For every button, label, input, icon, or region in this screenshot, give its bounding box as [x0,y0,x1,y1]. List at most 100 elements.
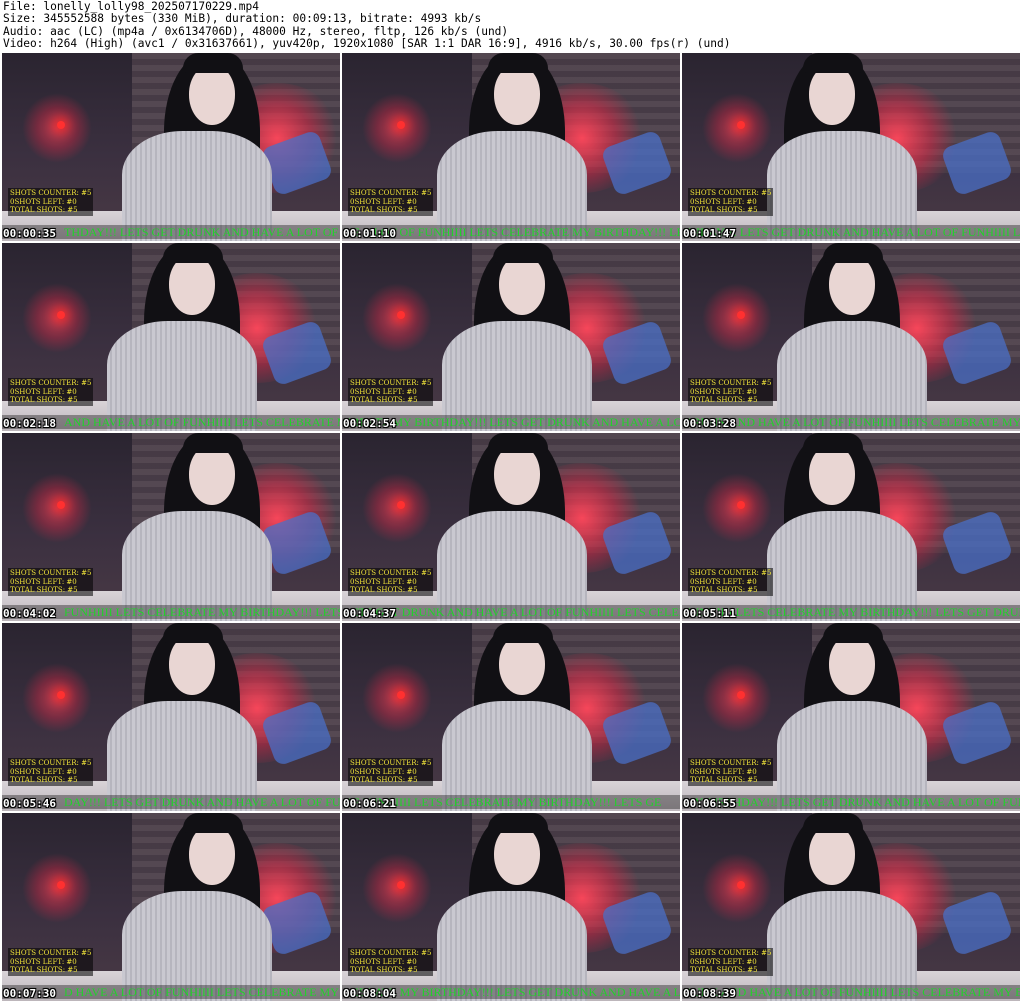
shots-counter-overlay: SHOTS COUNTER: #5 0SHOTS LEFT: #0 TOTAL … [688,188,774,216]
timestamp-label: 00:08:04 [343,987,396,1000]
ticker-text: THDAY!!! LETS GET DRUNK AND HAVE A LOT O… [64,225,340,239]
total-shots-text: TOTAL SHOTS: #5 [350,206,418,214]
timestamp-label: 00:07:30 [3,987,56,1000]
file-name-line: File: lonelly_lolly98_202507170229.mp4 [3,1,259,13]
shots-left-text: 0SHOTS LEFT: #0 [350,387,417,396]
shots-counter-text: SHOTS COUNTER: #5 [690,759,772,767]
video-thumbnail: SHOTS COUNTER: #5 0SHOTS LEFT: #0 TOTAL … [2,623,340,811]
timestamp-label: 00:05:11 [683,607,736,620]
shots-counter-text: SHOTS COUNTER: #5 [690,379,772,387]
shots-counter-overlay: SHOTS COUNTER: #5 0SHOTS LEFT: #0 TOTAL … [348,378,434,406]
timestamp-label: 00:03:28 [683,417,736,430]
shots-left-text: 0SHOTS LEFT: #0 [10,197,77,206]
thumbnail-grid: SHOTS COUNTER: #5 0SHOTS LEFT: #0 TOTAL … [2,53,1022,1002]
shots-counter-overlay: SHOTS COUNTER: #5 0SHOTS LEFT: #0 TOTAL … [8,948,94,976]
timestamp-label: 00:06:21 [343,797,396,810]
total-shots-text: TOTAL SHOTS: #5 [690,776,758,784]
shots-counter-text: SHOTS COUNTER: #5 [10,189,92,197]
timestamp-label: 00:04:37 [343,607,396,620]
shots-counter-text: SHOTS COUNTER: #5 [690,189,772,197]
shots-counter-text: SHOTS COUNTER: #5 [10,379,92,387]
shots-counter-text: SHOTS COUNTER: #5 [350,189,432,197]
shots-left-text: 0SHOTS LEFT: #0 [350,767,417,776]
timestamp-label: 00:00:35 [3,227,56,240]
shots-counter-overlay: SHOTS COUNTER: #5 0SHOTS LEFT: #0 TOTAL … [8,378,94,406]
total-shots-text: TOTAL SHOTS: #5 [690,396,758,404]
shots-counter-overlay: SHOTS COUNTER: #5 0SHOTS LEFT: #0 TOTAL … [348,568,434,596]
video-thumbnail: SHOTS COUNTER: #5 0SHOTS LEFT: #0 TOTAL … [682,53,1020,241]
shots-left-text: 0SHOTS LEFT: #0 [690,957,757,966]
timestamp-label: 00:04:02 [3,607,56,620]
timestamp-label: 00:06:55 [683,797,736,810]
video-info-line: Video: h264 (High) (avc1 / 0x31637661), … [3,37,731,50]
file-info-header: File: lonelly_lolly98_202507170229.mp4 S… [3,1,1021,50]
shots-counter-overlay: SHOTS COUNTER: #5 0SHOTS LEFT: #0 TOTAL … [348,188,434,216]
shots-left-text: 0SHOTS LEFT: #0 [690,197,757,206]
shots-counter-overlay: SHOTS COUNTER: #5 0SHOTS LEFT: #0 TOTAL … [8,758,94,786]
ticker-text: DAY!!! LETS GET DRUNK AND HAVE A LOT OF … [64,795,340,809]
total-shots-text: TOTAL SHOTS: #5 [690,206,758,214]
ticker-text: FUNHIIII LETS CELEBRATE MY BIRTHDAY!!! L… [64,605,340,619]
ticker-text: AND HAVE A LOT OF FUNHIIII LETS CELEBRAT… [64,415,340,429]
total-shots-text: TOTAL SHOTS: #5 [690,586,758,594]
total-shots-text: TOTAL SHOTS: #5 [350,586,418,594]
shots-counter-overlay: SHOTS COUNTER: #5 0SHOTS LEFT: #0 TOTAL … [8,568,94,596]
shots-counter-text: SHOTS COUNTER: #5 [350,569,432,577]
shots-counter-text: SHOTS COUNTER: #5 [350,949,432,957]
shots-left-text: 0SHOTS LEFT: #0 [350,197,417,206]
shots-left-text: 0SHOTS LEFT: #0 [10,957,77,966]
total-shots-text: TOTAL SHOTS: #5 [10,966,78,974]
total-shots-text: TOTAL SHOTS: #5 [350,776,418,784]
video-thumbnail: SHOTS COUNTER: #5 0SHOTS LEFT: #0 TOTAL … [2,53,340,241]
total-shots-text: TOTAL SHOTS: #5 [690,966,758,974]
total-shots-text: TOTAL SHOTS: #5 [10,776,78,784]
video-thumbnail: SHOTS COUNTER: #5 0SHOTS LEFT: #0 TOTAL … [682,433,1020,621]
shots-counter-overlay: SHOTS COUNTER: #5 0SHOTS LEFT: #0 TOTAL … [688,568,774,596]
video-thumbnail: SHOTS COUNTER: #5 0SHOTS LEFT: #0 TOTAL … [342,623,680,811]
timestamp-label: 00:01:10 [343,227,396,240]
shots-left-text: 0SHOTS LEFT: #0 [690,767,757,776]
video-thumbnail: SHOTS COUNTER: #5 0SHOTS LEFT: #0 TOTAL … [342,433,680,621]
shots-counter-overlay: SHOTS COUNTER: #5 0SHOTS LEFT: #0 TOTAL … [688,948,774,976]
timestamp-label: 00:02:18 [3,417,56,430]
shots-counter-overlay: SHOTS COUNTER: #5 0SHOTS LEFT: #0 TOTAL … [348,758,434,786]
video-thumbnail: SHOTS COUNTER: #5 0SHOTS LEFT: #0 TOTAL … [2,243,340,431]
shots-counter-overlay: SHOTS COUNTER: #5 0SHOTS LEFT: #0 TOTAL … [688,378,774,406]
total-shots-text: TOTAL SHOTS: #5 [350,966,418,974]
timestamp-label: 00:01:47 [683,227,736,240]
timestamp-label: 00:05:46 [3,797,56,810]
shots-left-text: 0SHOTS LEFT: #0 [10,577,77,586]
video-thumbnail: SHOTS COUNTER: #5 0SHOTS LEFT: #0 TOTAL … [682,243,1020,431]
ticker-text: D HAVE A LOT OF FUNHIIII LETS CELEBRATE … [64,985,340,999]
total-shots-text: TOTAL SHOTS: #5 [350,396,418,404]
shots-counter-text: SHOTS COUNTER: #5 [10,569,92,577]
shots-counter-overlay: SHOTS COUNTER: #5 0SHOTS LEFT: #0 TOTAL … [348,948,434,976]
video-thumbnail: SHOTS COUNTER: #5 0SHOTS LEFT: #0 TOTAL … [2,433,340,621]
video-thumbnail: SHOTS COUNTER: #5 0SHOTS LEFT: #0 TOTAL … [682,813,1020,1001]
shots-left-text: 0SHOTS LEFT: #0 [350,957,417,966]
file-size-line: Size: 345552588 bytes (330 MiB), duratio… [3,13,482,26]
timestamp-label: 00:08:39 [683,987,736,1000]
total-shots-text: TOTAL SHOTS: #5 [10,396,78,404]
shots-left-text: 0SHOTS LEFT: #0 [690,387,757,396]
total-shots-text: TOTAL SHOTS: #5 [10,206,78,214]
video-thumbnail: SHOTS COUNTER: #5 0SHOTS LEFT: #0 TOTAL … [342,813,680,1001]
shots-counter-text: SHOTS COUNTER: #5 [350,759,432,767]
total-shots-text: TOTAL SHOTS: #5 [10,586,78,594]
video-thumbnail: SHOTS COUNTER: #5 0SHOTS LEFT: #0 TOTAL … [342,243,680,431]
timestamp-label: 00:02:54 [343,417,396,430]
shots-counter-text: SHOTS COUNTER: #5 [10,949,92,957]
shots-left-text: 0SHOTS LEFT: #0 [350,577,417,586]
video-thumbnail: SHOTS COUNTER: #5 0SHOTS LEFT: #0 TOTAL … [682,623,1020,811]
shots-left-text: 0SHOTS LEFT: #0 [10,767,77,776]
shots-counter-text: SHOTS COUNTER: #5 [690,569,772,577]
video-thumbnail: SHOTS COUNTER: #5 0SHOTS LEFT: #0 TOTAL … [342,53,680,241]
shots-counter-overlay: SHOTS COUNTER: #5 0SHOTS LEFT: #0 TOTAL … [8,188,94,216]
shots-left-text: 0SHOTS LEFT: #0 [690,577,757,586]
shots-left-text: 0SHOTS LEFT: #0 [10,387,77,396]
audio-info-line: Audio: aac (LC) (mp4a / 0x6134706D), 480… [3,25,509,38]
shots-counter-overlay: SHOTS COUNTER: #5 0SHOTS LEFT: #0 TOTAL … [688,758,774,786]
shots-counter-text: SHOTS COUNTER: #5 [350,379,432,387]
shots-counter-text: SHOTS COUNTER: #5 [10,759,92,767]
video-thumbnail: SHOTS COUNTER: #5 0SHOTS LEFT: #0 TOTAL … [2,813,340,1001]
